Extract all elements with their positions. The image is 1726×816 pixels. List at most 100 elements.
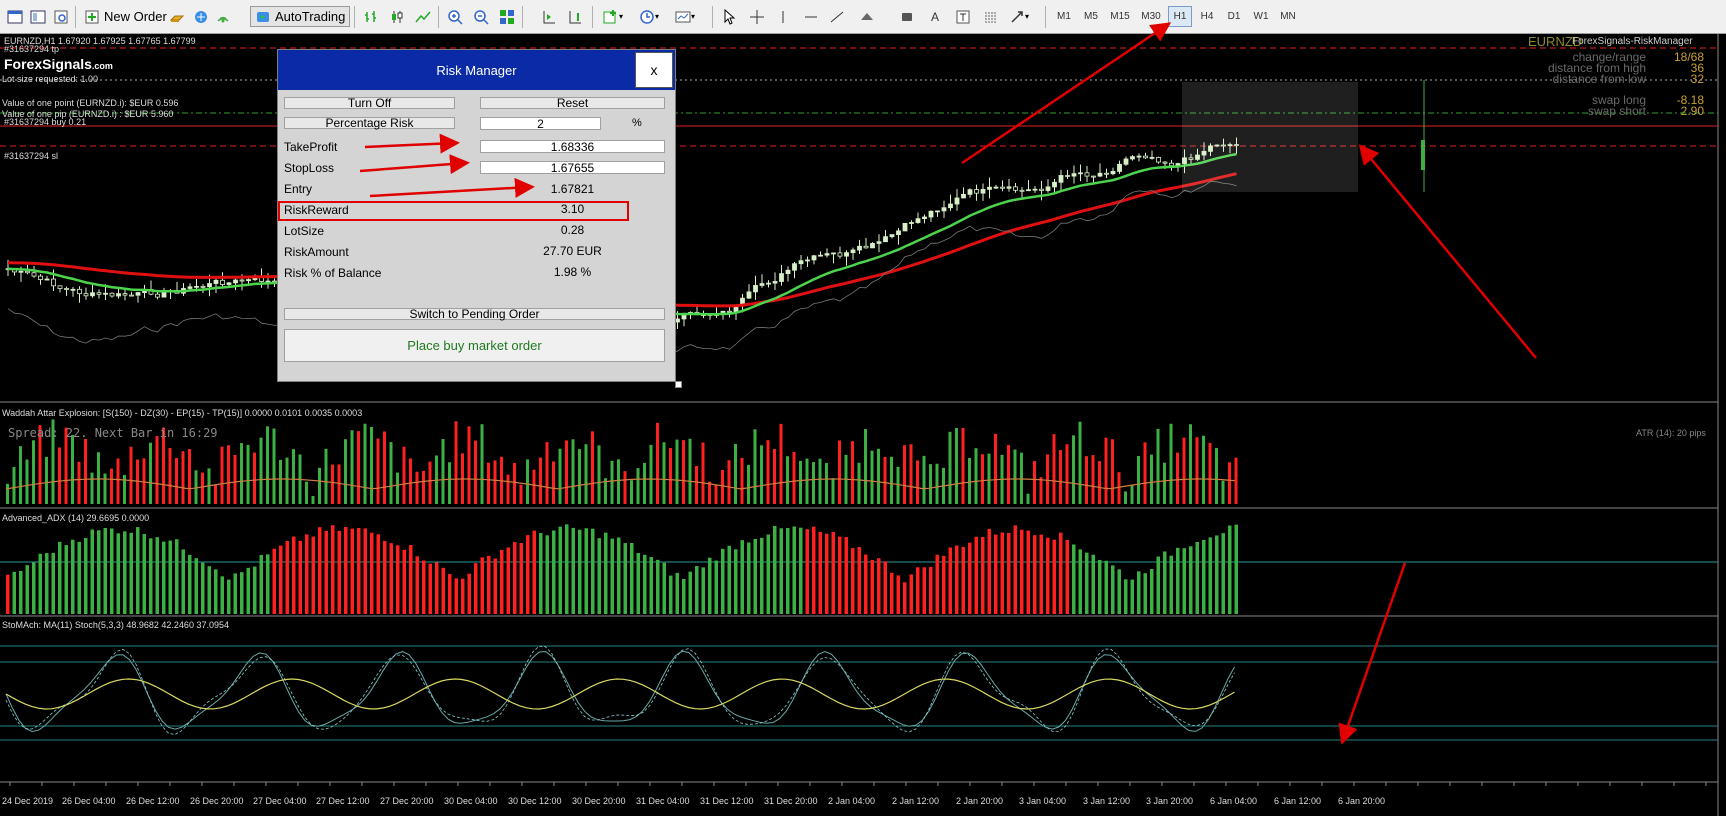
candle-body — [64, 288, 69, 290]
candle-body — [1162, 161, 1168, 164]
candle-body — [220, 279, 225, 285]
waddah-bar — [636, 468, 640, 504]
waddah-bar — [1169, 423, 1173, 504]
autotrading-button[interactable]: AutoTrading — [250, 6, 351, 27]
time-label: 6 Jan 04:00 — [1210, 796, 1258, 806]
profiles-icon[interactable] — [27, 6, 49, 27]
candle-body — [896, 230, 901, 236]
market-watch-icon[interactable] — [50, 6, 72, 27]
timeframe-mn[interactable]: MN — [1276, 6, 1300, 27]
arrows-icon[interactable]: ▾ — [1008, 6, 1030, 27]
waddah-bar — [597, 445, 601, 504]
candle-body — [857, 245, 862, 251]
autoscroll-icon[interactable] — [538, 6, 560, 27]
adx-bar — [675, 572, 679, 614]
new-chart-icon[interactable] — [4, 6, 26, 27]
resize-handle[interactable] — [675, 381, 682, 388]
timeframe-h4[interactable]: H4 — [1195, 6, 1219, 27]
reset-button[interactable]: Reset — [480, 97, 665, 109]
cursor-icon[interactable] — [718, 6, 740, 27]
waddah-bar — [389, 442, 393, 504]
place-buy-order-button[interactable]: Place buy market order — [284, 329, 665, 362]
chart-area[interactable]: EURNZD,H1 1.67920 1.67925 1.67765 1.6779… — [0, 34, 1726, 816]
adx-bar — [19, 570, 23, 614]
candle-body — [961, 193, 966, 199]
timeframe-w1[interactable]: W1 — [1249, 6, 1273, 27]
candle-body — [1123, 158, 1129, 165]
adx-bar — [207, 566, 211, 614]
candle-body — [941, 207, 947, 212]
timeframe-d1[interactable]: D1 — [1222, 6, 1246, 27]
candle-body — [51, 278, 56, 287]
horizontal-line-icon[interactable] — [800, 6, 822, 27]
take-profit-input[interactable] — [480, 140, 665, 153]
adx-bar — [630, 543, 634, 614]
stat-row: swap short 2.90 — [1536, 105, 1712, 117]
waddah-bar — [747, 464, 750, 504]
periods-icon[interactable]: ▾ — [638, 6, 660, 27]
waddah-bar — [181, 451, 185, 504]
candle-body — [1052, 181, 1057, 188]
waddah-bar — [1228, 462, 1231, 504]
switch-pending-button[interactable]: Switch to Pending Order — [284, 308, 665, 320]
adx-bar — [1059, 532, 1063, 614]
turn-off-button[interactable]: Turn Off — [284, 97, 455, 109]
fibonacci-icon[interactable] — [896, 6, 918, 27]
percentage-risk-button[interactable]: Percentage Risk — [284, 117, 455, 129]
channel-icon[interactable] — [856, 6, 878, 27]
candlestick-icon[interactable] — [386, 6, 408, 27]
adx-bar — [500, 549, 504, 614]
bar-chart-icon[interactable] — [360, 6, 382, 27]
time-label: 30 Dec 12:00 — [508, 796, 562, 806]
adx-bar — [649, 556, 653, 614]
navigator-icon[interactable] — [190, 6, 212, 27]
percentage-risk-input[interactable] — [480, 117, 601, 130]
adx-bar — [123, 531, 127, 614]
adx-bar — [1202, 539, 1206, 614]
adx-bar — [285, 540, 289, 614]
adx-bar — [6, 574, 10, 614]
gold-bars-icon[interactable] — [166, 6, 188, 27]
vertical-line-icon[interactable] — [772, 6, 794, 27]
dialog-title-bar[interactable]: Risk Manager x — [278, 50, 675, 90]
stop-loss-input[interactable] — [480, 161, 665, 174]
close-button[interactable]: x — [635, 52, 673, 88]
shapes-icon[interactable] — [980, 6, 1002, 27]
text-label-icon[interactable] — [952, 6, 974, 27]
waddah-bar — [324, 448, 328, 504]
timeframe-m1[interactable]: M1 — [1052, 6, 1076, 27]
candle-body — [967, 189, 973, 195]
chart-shift-icon[interactable] — [564, 6, 586, 27]
new-order-button[interactable]: New Order — [80, 6, 171, 27]
adx-bar — [58, 541, 62, 614]
zoom-in-icon[interactable] — [444, 6, 466, 27]
text-icon[interactable]: A — [924, 6, 946, 27]
candle-body — [746, 291, 752, 299]
adx-bar — [350, 528, 354, 614]
risk-reward-label: RiskReward — [284, 203, 349, 217]
adx-bar — [344, 526, 348, 614]
timeframe-m5[interactable]: M5 — [1079, 6, 1103, 27]
candle-body — [766, 282, 771, 285]
candle-body — [915, 218, 921, 223]
time-label: 2 Jan 20:00 — [956, 796, 1004, 806]
zoom-out-icon[interactable] — [470, 6, 492, 27]
trendline-icon[interactable] — [826, 6, 848, 27]
timeframe-h1[interactable]: H1 — [1168, 6, 1192, 27]
adx-bar — [448, 573, 452, 614]
adx-bar — [376, 534, 380, 614]
waddah-bar — [19, 446, 22, 504]
timeframe-m30[interactable]: M30 — [1137, 6, 1165, 27]
signals-icon[interactable] — [212, 6, 234, 27]
risk-amount-label: RiskAmount — [284, 245, 349, 259]
indicators-icon[interactable]: ▾ — [602, 6, 624, 27]
candle-body — [948, 203, 953, 209]
crosshair-icon[interactable] — [746, 6, 768, 27]
line-chart-icon[interactable] — [412, 6, 434, 27]
templates-icon[interactable]: ▾ — [674, 6, 696, 27]
adx-bar — [1234, 524, 1238, 614]
tile-windows-icon[interactable] — [496, 6, 518, 27]
timeframe-m15[interactable]: M15 — [1106, 6, 1134, 27]
lot-size-value: 0.28 — [560, 223, 585, 237]
candle-body — [993, 186, 999, 189]
